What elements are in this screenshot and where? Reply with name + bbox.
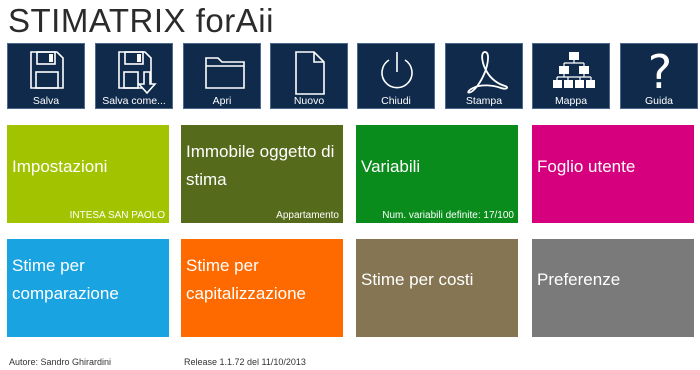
chiudi-button[interactable]: Chiudi bbox=[357, 43, 435, 109]
sitemap-icon bbox=[553, 52, 595, 88]
pdf-icon bbox=[467, 51, 508, 94]
tile-variabili-title: Variabili bbox=[361, 157, 421, 176]
nuovo-button[interactable]: Nuovo bbox=[270, 43, 348, 109]
tile-stime-comparazione[interactable]: Stime per comparazione bbox=[7, 239, 169, 337]
salva-button[interactable]: Salva bbox=[7, 43, 85, 109]
salva-come-button[interactable]: Salva come... bbox=[95, 43, 173, 109]
svg-text:?: ? bbox=[648, 48, 672, 98]
tile-preferenze-title: Preferenze bbox=[537, 270, 621, 289]
footer-release: Release 1.1.72 del 11/10/2013 bbox=[184, 357, 306, 367]
guida-label: Guida bbox=[644, 95, 674, 107]
tile-stime-capitalizzazione[interactable]: Stime per capitalizzazione bbox=[181, 239, 343, 337]
guida-button[interactable]: ? Guida bbox=[620, 43, 698, 109]
app-title: STIMATRIX forAii bbox=[8, 2, 274, 39]
tile-variabili-subtitle: Num. variabili definite: 17/100 bbox=[382, 210, 514, 221]
mappa-button[interactable]: Mappa bbox=[532, 43, 610, 109]
floppy-disk-arrow-icon bbox=[118, 51, 157, 94]
floppy-disk-icon bbox=[30, 51, 64, 89]
folder-icon bbox=[205, 57, 245, 89]
tile-impostazioni-subtitle: INTESA SAN PAOLO bbox=[69, 210, 165, 221]
stampa-label: Stampa bbox=[465, 95, 503, 107]
stampa-button[interactable]: Stampa bbox=[445, 43, 523, 109]
mappa-label: Mappa bbox=[554, 95, 588, 107]
salva-label: Salva bbox=[32, 95, 60, 107]
tile-stime-costi[interactable]: Stime per costi bbox=[356, 239, 518, 337]
power-icon bbox=[381, 52, 413, 89]
tile-foglio-utente-title: Foglio utente bbox=[537, 157, 636, 176]
tile-variabili[interactable]: Variabili Num. variabili definite: 17/10… bbox=[356, 125, 518, 223]
tile-foglio-utente[interactable]: Foglio utente bbox=[532, 125, 694, 223]
tile-impostazioni-title: Impostazioni bbox=[12, 157, 108, 176]
apri-label: Apri bbox=[212, 95, 232, 107]
tile-immobile-subtitle: Appartamento bbox=[276, 210, 339, 221]
apri-button[interactable]: Apri bbox=[183, 43, 261, 109]
tile-stime-costi-title: Stime per costi bbox=[361, 270, 474, 289]
tile-preferenze[interactable]: Preferenze bbox=[532, 239, 694, 337]
chiudi-label: Chiudi bbox=[381, 95, 411, 107]
footer-author: Autore: Sandro Ghirardini bbox=[9, 357, 112, 367]
nuovo-label: Nuovo bbox=[293, 95, 325, 107]
new-document-icon bbox=[295, 51, 325, 95]
tile-impostazioni[interactable]: Impostazioni INTESA SAN PAOLO bbox=[7, 125, 169, 223]
tile-stime-capitalizzazione-title: Stime per capitalizzazione bbox=[186, 256, 307, 303]
tile-immobile[interactable]: Immobile oggetto di stima Appartamento bbox=[181, 125, 343, 223]
tile-immobile-title: Immobile oggetto di stima bbox=[186, 142, 335, 189]
salva-come-label: Salva come... bbox=[102, 95, 166, 107]
tile-stime-comparazione-title: Stime per comparazione bbox=[12, 256, 119, 303]
question-mark-icon: ? bbox=[648, 48, 672, 98]
